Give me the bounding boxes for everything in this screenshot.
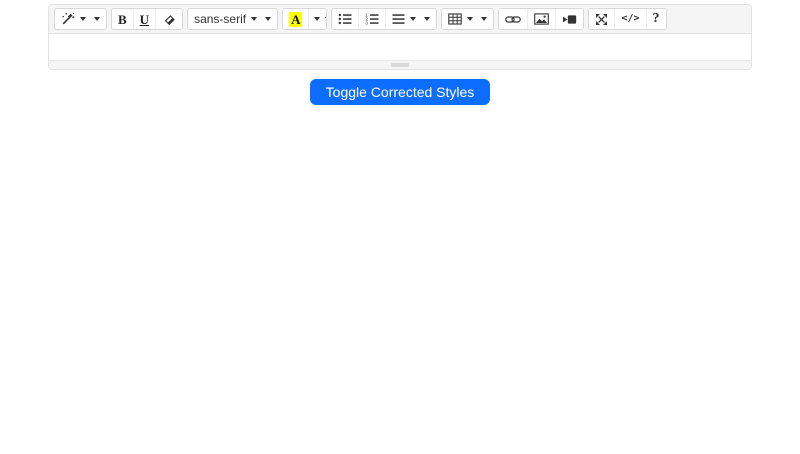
- underline-button[interactable]: U: [132, 9, 156, 29]
- bold-label: B: [118, 11, 127, 27]
- color-group: A: [282, 8, 328, 30]
- svg-text:3: 3: [366, 21, 369, 25]
- summernote-editor: B U sans-serif A 1 2 3 </> ?: [48, 4, 752, 70]
- ordered-list-icon: 1 2 3: [365, 13, 379, 25]
- video-icon: [562, 14, 577, 25]
- caret-down-icon: [481, 17, 488, 21]
- picture-button[interactable]: [527, 9, 556, 29]
- unordered-list-button[interactable]: [332, 9, 359, 29]
- style-dropdown-button[interactable]: [55, 9, 106, 29]
- caret-down-icon: [80, 17, 86, 21]
- font-group: B U: [111, 8, 184, 30]
- table-icon: [448, 13, 463, 25]
- editor-statusbar: [49, 60, 751, 69]
- unordered-list-icon: [338, 13, 352, 25]
- magic-wand-icon: [61, 12, 75, 26]
- link-button[interactable]: [499, 9, 528, 29]
- editing-area[interactable]: [49, 34, 751, 60]
- fullscreen-icon: [595, 13, 608, 26]
- table-group: [441, 8, 495, 30]
- codeview-button[interactable]: </>: [614, 9, 646, 29]
- color-dropdown-button[interactable]: [308, 9, 327, 29]
- caret-down-icon: [94, 17, 100, 21]
- caret-down-icon: [265, 17, 272, 21]
- current-color-button[interactable]: A: [283, 9, 309, 29]
- resize-handle[interactable]: [391, 63, 409, 67]
- help-label: ?: [652, 11, 660, 26]
- video-button[interactable]: [555, 9, 584, 29]
- caret-down-icon: [251, 17, 258, 21]
- caret-down-icon: [467, 17, 474, 21]
- insert-group: [498, 8, 585, 30]
- caret-down-icon: [424, 17, 431, 21]
- clear-format-button[interactable]: [155, 9, 183, 29]
- fontname-value: sans-serif: [194, 12, 247, 26]
- underline-label: U: [139, 11, 150, 27]
- fullscreen-button[interactable]: [589, 9, 615, 29]
- bold-button[interactable]: B: [112, 9, 133, 29]
- ordered-list-button[interactable]: 1 2 3: [358, 9, 386, 29]
- fontname-group: sans-serif: [187, 8, 279, 30]
- style-group: [54, 8, 107, 30]
- link-icon: [505, 14, 522, 25]
- help-button[interactable]: ?: [645, 9, 666, 29]
- button-row: Toggle Corrected Styles: [0, 79, 800, 105]
- eraser-icon: [162, 12, 176, 26]
- para-group: 1 2 3: [331, 8, 438, 30]
- fontname-dropdown-button[interactable]: sans-serif: [188, 9, 278, 29]
- caret-down-icon: [325, 17, 327, 21]
- toggle-corrected-styles-button[interactable]: Toggle Corrected Styles: [309, 79, 491, 105]
- codeview-label: </>: [621, 13, 640, 24]
- caret-down-icon: [410, 17, 417, 21]
- font-color-label: A: [289, 11, 303, 27]
- align-left-icon: [392, 13, 405, 25]
- table-dropdown-button[interactable]: [442, 9, 494, 29]
- caret-down-icon: [314, 17, 321, 21]
- picture-icon: [534, 13, 550, 25]
- view-group: </> ?: [588, 8, 667, 30]
- editor-toolbar: B U sans-serif A 1 2 3 </> ?: [49, 5, 751, 34]
- paragraph-align-dropdown-button[interactable]: [385, 9, 437, 29]
